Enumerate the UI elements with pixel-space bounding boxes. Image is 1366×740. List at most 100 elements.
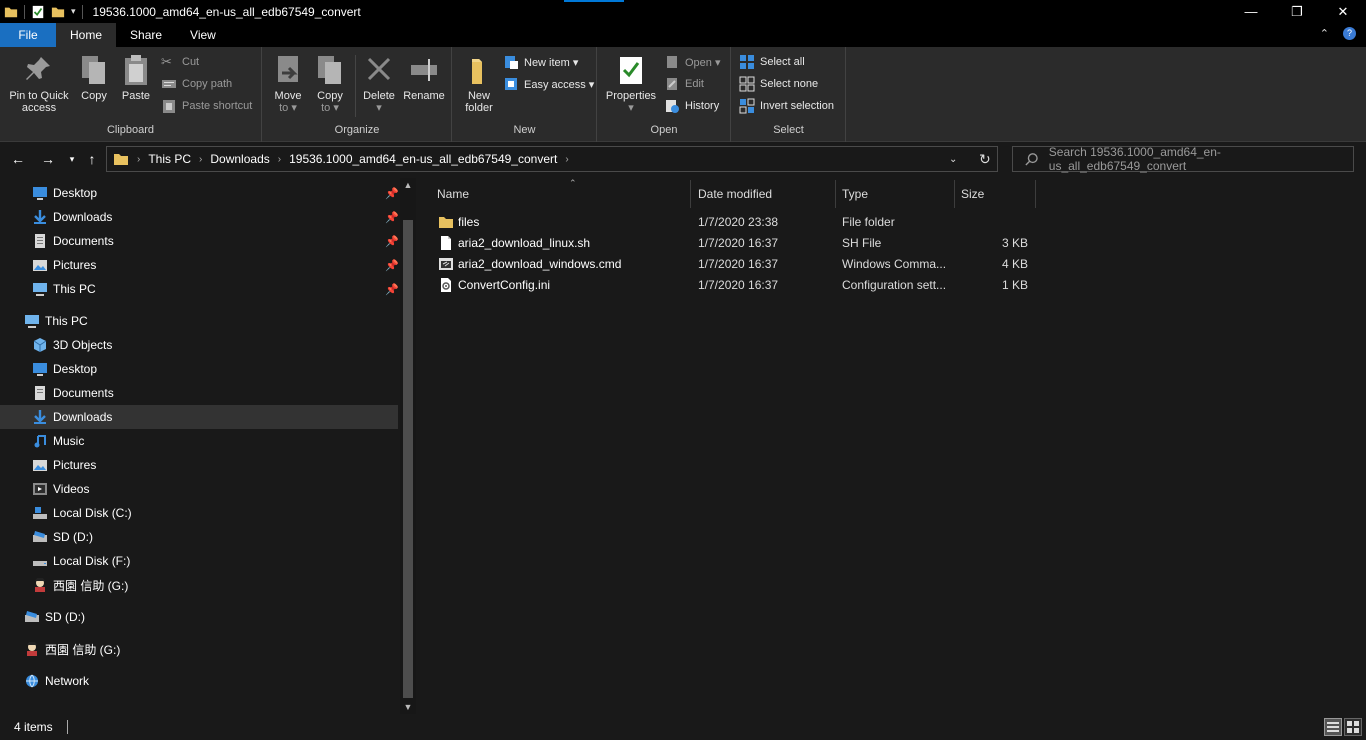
nav-item-quick-this-pc[interactable]: This PC 📌 xyxy=(0,277,399,301)
column-header-size[interactable]: Size xyxy=(955,180,1036,208)
nav-item-3d-objects[interactable]: 3D Objects xyxy=(0,333,398,357)
desktop-icon xyxy=(33,363,47,376)
breadcrumb-current-folder[interactable]: 19536.1000_amd64_en-us_all_edb67549_conv… xyxy=(289,152,557,166)
copy-path-label: Copy path xyxy=(182,78,233,90)
nav-item-root-sd-d[interactable]: SD (D:) xyxy=(0,605,398,629)
breadcrumb-downloads[interactable]: Downloads xyxy=(210,152,269,166)
nav-item-quick-pictures[interactable]: Pictures 📌 xyxy=(0,253,399,277)
scroll-up-chevron-icon[interactable]: ▲ xyxy=(400,180,416,190)
pin-icon[interactable]: 📌 xyxy=(385,259,399,272)
details-view-button[interactable] xyxy=(1324,718,1342,736)
nav-item-local-disk-c[interactable]: Local Disk (C:) xyxy=(0,501,398,525)
select-none-button[interactable]: Select none xyxy=(739,76,818,92)
nav-item-pictures[interactable]: Pictures xyxy=(0,453,398,477)
table-row[interactable]: aria2_download_windows.cmd 1/7/2020 16:3… xyxy=(430,254,1050,275)
new-item-label: New item ▾ xyxy=(524,56,579,69)
properties-icon[interactable] xyxy=(31,5,45,19)
copy-path-button[interactable]: Copy path xyxy=(161,76,232,92)
nav-item-videos[interactable]: Videos xyxy=(0,477,398,501)
paste-shortcut-icon xyxy=(163,100,175,113)
select-none-label: Select none xyxy=(760,78,819,90)
address-bar[interactable]: › This PC › Downloads › 19536.1000_amd64… xyxy=(106,146,998,172)
properties-button[interactable]: Properties ▾ xyxy=(604,53,658,114)
paste-button[interactable]: Paste xyxy=(118,53,154,102)
tab-share[interactable]: Share xyxy=(116,23,176,47)
nav-item-quick-downloads[interactable]: Downloads 📌 xyxy=(0,205,399,229)
forward-arrow-icon[interactable]: → xyxy=(38,149,58,169)
breadcrumb-chevron-icon[interactable]: › xyxy=(137,154,140,165)
column-header-label: Name xyxy=(437,187,470,201)
delete-button[interactable]: Delete ▾ xyxy=(359,53,399,114)
breadcrumb-chevron-icon[interactable]: › xyxy=(199,154,202,165)
file-icon xyxy=(441,236,451,250)
pin-icon[interactable]: 📌 xyxy=(385,187,399,200)
tab-view[interactable]: View xyxy=(176,23,230,47)
table-row[interactable]: ConvertConfig.ini 1/7/2020 16:37 Configu… xyxy=(430,275,1050,296)
rename-button[interactable]: Rename xyxy=(401,53,447,102)
nav-item-quick-documents[interactable]: Documents 📌 xyxy=(0,229,399,253)
scroll-down-chevron-icon[interactable]: ▼ xyxy=(400,702,416,712)
paste-shortcut-button[interactable]: Paste shortcut xyxy=(161,98,252,114)
tab-home[interactable]: Home xyxy=(56,23,117,47)
pin-icon[interactable]: 📌 xyxy=(385,235,399,248)
scrollbar-thumb[interactable] xyxy=(403,220,413,698)
nav-item-music[interactable]: Music xyxy=(0,429,398,453)
nav-pane-scrollbar[interactable]: ▲ ▼ xyxy=(400,178,416,714)
ribbon-controls: ⌃ ? xyxy=(1320,27,1356,40)
customize-toolbar-chevron-icon[interactable]: ▾ xyxy=(71,6,76,17)
minimize-button[interactable]: — xyxy=(1228,0,1274,23)
breadcrumb-chevron-icon[interactable]: › xyxy=(565,154,568,165)
new-folder-icon[interactable] xyxy=(51,5,65,19)
invert-selection-button[interactable]: Invert selection xyxy=(739,98,834,114)
close-button[interactable]: ✕ xyxy=(1320,0,1366,23)
edit-button[interactable]: Edit xyxy=(664,76,704,92)
navigation-pane[interactable]: Desktop 📌 Downloads 📌 Documents 📌 Pictur… xyxy=(0,178,400,714)
search-box[interactable]: Search 19536.1000_amd64_en-us_all_edb675… xyxy=(1012,145,1354,173)
nav-item-custom-drive-g[interactable]: 西園 信助 (G:) xyxy=(0,573,398,597)
nav-item-root-custom-drive-g[interactable]: 西園 信助 (G:) xyxy=(0,637,398,661)
column-header-date-modified[interactable]: Date modified xyxy=(692,180,836,208)
copy-to-button[interactable]: Copy to ▾ xyxy=(311,53,349,114)
new-item-button[interactable]: New item ▾ xyxy=(503,54,578,70)
breadcrumb-this-pc[interactable]: This PC xyxy=(148,152,191,166)
nav-item-desktop[interactable]: Desktop xyxy=(0,357,398,381)
nav-item-quick-desktop[interactable]: Desktop 📌 xyxy=(0,181,399,205)
file-size: 4 KB xyxy=(1001,257,1028,271)
column-header-type[interactable]: Type xyxy=(836,180,955,208)
nav-item-network[interactable]: Network xyxy=(0,669,398,693)
up-arrow-icon[interactable]: ↑ xyxy=(82,149,102,169)
table-row[interactable]: files 1/7/2020 23:38 File folder xyxy=(430,212,1050,233)
nav-item-downloads[interactable]: Downloads xyxy=(0,405,398,429)
address-history-chevron-icon[interactable]: ⌄ xyxy=(949,154,957,165)
refresh-icon[interactable]: ↻ xyxy=(979,151,991,168)
pin-to-quick-access-button[interactable]: Pin to Quick access xyxy=(6,53,72,114)
file-list-pane[interactable]: ⌃ Name Date modified Type Size files 1/7… xyxy=(418,178,1366,714)
nav-item-this-pc[interactable]: This PC xyxy=(0,309,398,333)
easy-access-button[interactable]: Easy access ▾ xyxy=(503,76,594,92)
copy-button[interactable]: Copy xyxy=(76,53,112,102)
column-header-name[interactable]: ⌃ Name xyxy=(431,178,691,208)
nav-item-documents[interactable]: Documents xyxy=(0,381,398,405)
select-all-button[interactable]: Select all xyxy=(739,54,805,70)
large-icons-view-button[interactable] xyxy=(1344,718,1362,736)
new-folder-button[interactable]: New folder xyxy=(457,53,501,114)
help-icon[interactable]: ? xyxy=(1343,27,1356,40)
nav-item-local-disk-f[interactable]: Local Disk (F:) xyxy=(0,549,398,573)
recent-locations-chevron-icon[interactable]: ▾ xyxy=(62,149,82,169)
properties-icon xyxy=(620,57,642,84)
drive-icon xyxy=(33,507,47,519)
breadcrumb-chevron-icon[interactable]: › xyxy=(278,154,281,165)
cut-button[interactable]: ✂ Cut xyxy=(161,54,199,70)
table-row[interactable]: aria2_download_linux.sh 1/7/2020 16:37 S… xyxy=(430,233,1050,254)
open-button[interactable]: Open ▾ xyxy=(664,54,721,70)
back-arrow-icon[interactable]: ← xyxy=(8,149,28,169)
move-to-button[interactable]: Move to ▾ xyxy=(269,53,307,114)
pin-icon[interactable]: 📌 xyxy=(385,283,399,296)
copy-to-label-line2: to ▾ xyxy=(321,102,339,114)
collapse-ribbon-chevron-icon[interactable]: ⌃ xyxy=(1320,27,1329,40)
tab-file[interactable]: File xyxy=(0,23,56,47)
pin-icon[interactable]: 📌 xyxy=(385,211,399,224)
maximize-button[interactable]: ❐ xyxy=(1274,0,1320,23)
nav-item-sd-d[interactable]: SD (D:) xyxy=(0,525,398,549)
history-button[interactable]: History xyxy=(664,98,719,114)
